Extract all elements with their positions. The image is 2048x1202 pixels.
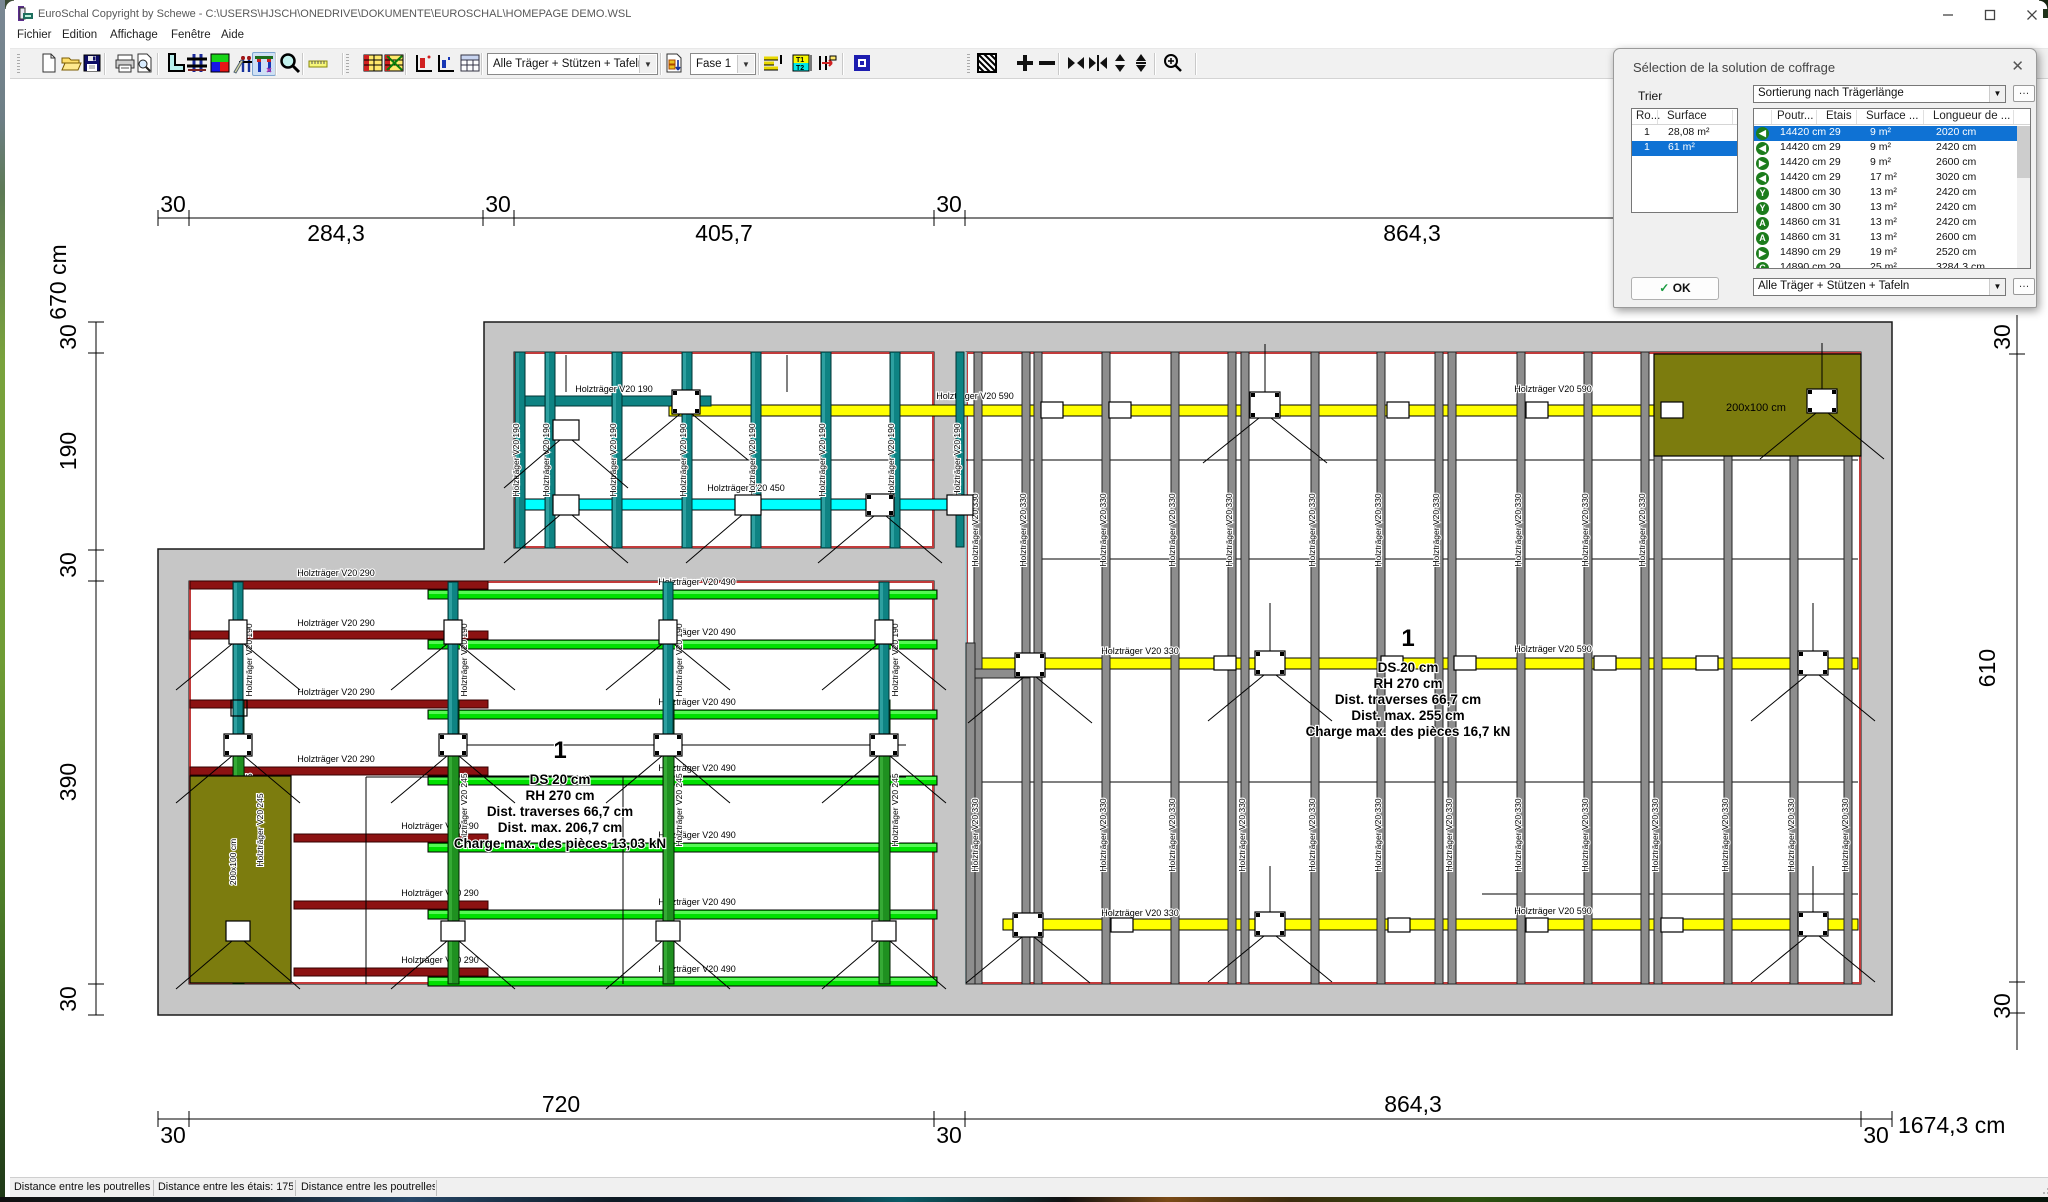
- svg-text:405,7: 405,7: [695, 220, 753, 246]
- svg-text:284,3: 284,3: [307, 220, 365, 246]
- svg-text:30: 30: [55, 986, 81, 1012]
- svg-text:Holzträger V20 590: Holzträger V20 590: [1514, 384, 1592, 394]
- svg-text:30: 30: [160, 1122, 186, 1148]
- svg-text:Holzträger V20 245: Holzträger V20 245: [255, 793, 265, 867]
- svg-text:720: 720: [542, 1091, 580, 1117]
- svg-text:30: 30: [1863, 1122, 1889, 1148]
- svg-text:Holzträger V20 330: Holzträger V20 330: [970, 798, 980, 872]
- svg-text:Holzträger V20 190: Holzträger V20 190: [747, 423, 757, 497]
- svg-text:Holzträger V20 290: Holzträger V20 290: [297, 754, 375, 764]
- svg-text:Holzträger V20 330: Holzträger V20 330: [1637, 493, 1647, 567]
- svg-text:Holzträger V20 290: Holzträger V20 290: [297, 618, 375, 628]
- svg-text:Charge max. des pièces 13,03 k: Charge max. des pièces 13,03 kN: [454, 836, 666, 851]
- svg-text:200x100 cm: 200x100 cm: [228, 839, 238, 885]
- svg-text:Dist. traverses 66,7 cm: Dist. traverses 66,7 cm: [487, 804, 633, 819]
- svg-text:Holzträger V20 330: Holzträger V20 330: [1580, 493, 1590, 567]
- svg-text:Holzträger V20 190: Holzträger V20 190: [678, 423, 688, 497]
- svg-text:1: 1: [1401, 625, 1414, 652]
- svg-text:Charge max. des pièces 16,7 kN: Charge max. des pièces 16,7 kN: [1306, 724, 1511, 739]
- svg-text:Holzträger V20 330: Holzträger V20 330: [1101, 646, 1179, 656]
- svg-text:Holzträger V20 330: Holzträger V20 330: [1431, 493, 1441, 567]
- svg-text:Holzträger V20 590: Holzträger V20 590: [1514, 906, 1592, 916]
- svg-text:30: 30: [936, 1122, 962, 1148]
- svg-text:610: 610: [1974, 649, 2000, 687]
- svg-text:Holzträger V20 330: Holzträger V20 330: [1444, 798, 1454, 872]
- svg-text:Holzträger V20 290: Holzträger V20 290: [401, 955, 479, 965]
- svg-text:Holzträger V20 330: Holzträger V20 330: [1786, 798, 1796, 872]
- svg-text:Holzträger V20 190: Holzträger V20 190: [575, 384, 653, 394]
- svg-text:Dist. max. 255 cm: Dist. max. 255 cm: [1351, 708, 1464, 723]
- svg-text:Holzträger V20 330: Holzträger V20 330: [1373, 798, 1383, 872]
- svg-text:Holzträger V20 330: Holzträger V20 330: [1840, 798, 1850, 872]
- svg-text:Holzträger V20 590: Holzträger V20 590: [1514, 644, 1592, 654]
- svg-text:Holzträger V20 330: Holzträger V20 330: [1307, 798, 1317, 872]
- svg-text:864,3: 864,3: [1383, 220, 1441, 246]
- svg-text:Dist. max. 206,7 cm: Dist. max. 206,7 cm: [498, 820, 623, 835]
- svg-text:Holzträger V20 290: Holzträger V20 290: [297, 687, 375, 697]
- svg-text:Holzträger V20 590: Holzträger V20 590: [936, 391, 1014, 401]
- svg-text:30: 30: [1989, 324, 2015, 350]
- svg-text:Holzträger V20 190: Holzträger V20 190: [541, 423, 551, 497]
- svg-text:Holzträger V20 330: Holzträger V20 330: [1513, 493, 1523, 567]
- svg-text:Holzträger V20 245: Holzträger V20 245: [890, 773, 900, 847]
- svg-text:30: 30: [936, 191, 962, 217]
- svg-text:Holzträger V20 330: Holzträger V20 330: [1720, 798, 1730, 872]
- svg-text:Holzträger V20 330: Holzträger V20 330: [1098, 493, 1108, 567]
- svg-text:Holzträger V20 330: Holzträger V20 330: [1018, 493, 1028, 567]
- svg-text:RH 270 cm: RH 270 cm: [1373, 676, 1442, 691]
- svg-text:30: 30: [55, 552, 81, 578]
- svg-text:Holzträger V20 330: Holzträger V20 330: [1307, 493, 1317, 567]
- svg-text:Holzträger V20 190: Holzträger V20 190: [608, 423, 618, 497]
- svg-text:Holzträger V20 190: Holzträger V20 190: [511, 423, 521, 497]
- svg-text:DS 20 cm: DS 20 cm: [1378, 660, 1439, 675]
- svg-text:Holzträger V20 330: Holzträger V20 330: [1373, 493, 1383, 567]
- svg-text:190: 190: [55, 432, 81, 470]
- svg-text:Holzträger V20 290: Holzträger V20 290: [297, 568, 375, 578]
- svg-text:RH 270 cm: RH 270 cm: [525, 788, 594, 803]
- svg-text:30: 30: [160, 191, 186, 217]
- svg-text:T2: T2: [796, 65, 804, 72]
- svg-text:200x100 cm: 200x100 cm: [1726, 402, 1786, 414]
- svg-text:Holzträger V20 330: Holzträger V20 330: [1098, 798, 1108, 872]
- svg-text:Holzträger V20 450: Holzträger V20 450: [707, 483, 785, 493]
- svg-text:390: 390: [55, 763, 81, 801]
- svg-text:864,3: 864,3: [1384, 1091, 1442, 1117]
- svg-text:Holzträger V20 330: Holzträger V20 330: [1580, 798, 1590, 872]
- svg-text:Holzträger V20 330: Holzträger V20 330: [1167, 493, 1177, 567]
- svg-text:Holzträger V20 190: Holzträger V20 190: [952, 423, 962, 497]
- svg-text:Holzträger V20 330: Holzträger V20 330: [1224, 493, 1234, 567]
- svg-text:Holzträger V20 330: Holzträger V20 330: [1101, 908, 1179, 918]
- svg-text:Holzträger V20 245: Holzträger V20 245: [674, 773, 684, 847]
- svg-text:30: 30: [1989, 993, 2015, 1019]
- svg-text:1674,3 cm: 1674,3 cm: [1898, 1112, 2005, 1138]
- svg-text:Holzträger V20 190: Holzträger V20 190: [886, 423, 896, 497]
- svg-text:DS 20 cm: DS 20 cm: [530, 772, 591, 787]
- svg-text:1: 1: [553, 737, 566, 764]
- svg-text:Holzträger V20 290: Holzträger V20 290: [401, 888, 479, 898]
- svg-text:Dist. traverses 66,7 cm: Dist. traverses 66,7 cm: [1335, 692, 1481, 707]
- svg-text:30: 30: [485, 191, 511, 217]
- svg-text:Holzträger V20 330: Holzträger V20 330: [1237, 798, 1247, 872]
- svg-text:670 cm: 670 cm: [45, 244, 71, 319]
- svg-text:Holzträger V20 330: Holzträger V20 330: [1513, 798, 1523, 872]
- svg-text:Holzträger V20 330: Holzträger V20 330: [1167, 798, 1177, 872]
- svg-text:Holzträger V20 330: Holzträger V20 330: [1650, 798, 1660, 872]
- svg-text:Holzträger V20 190: Holzträger V20 190: [817, 423, 827, 497]
- svg-text:T1: T1: [796, 57, 804, 64]
- svg-text:30: 30: [55, 324, 81, 350]
